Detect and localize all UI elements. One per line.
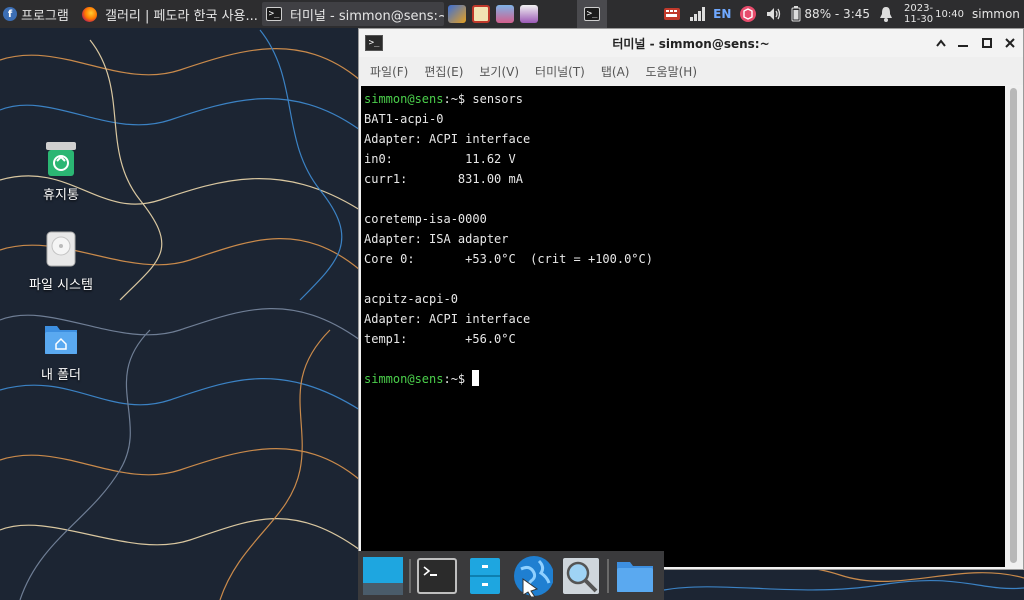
file-cabinet-icon <box>470 557 500 594</box>
output-line: BAT1-acpi-0 <box>364 112 444 126</box>
screenshot-tool-icon[interactable] <box>496 5 514 23</box>
keyboard-layout-icon[interactable] <box>663 6 681 22</box>
top-panel: f 프로그램 갤러리 | 페도라 한국 사용... >_ 터미널 - simmo… <box>0 0 1024 28</box>
clock[interactable]: 2023-11-30 10:40 <box>902 3 964 25</box>
output-line: curr1: 831.00 mA <box>364 172 523 186</box>
fedora-logo-icon: f <box>3 7 17 21</box>
output-line: Adapter: ISA adapter <box>364 232 509 246</box>
dock-search-launcher[interactable] <box>561 556 601 596</box>
desktop-icon-filesystem[interactable]: 파일 시스템 <box>6 230 116 293</box>
volume-icon[interactable] <box>765 6 783 22</box>
output-line: Adapter: ACPI interface <box>364 132 531 146</box>
shade-button[interactable] <box>933 35 949 51</box>
taskbar-item-label: 갤러리 | 페도라 한국 사용... <box>105 8 258 24</box>
battery-icon <box>791 6 801 22</box>
dock-file-cabinet-launcher[interactable] <box>465 556 505 596</box>
maximize-icon <box>982 38 992 48</box>
quick-launchers <box>448 5 538 23</box>
close-button[interactable] <box>1002 35 1018 51</box>
menu-file[interactable]: 파일(F) <box>362 63 416 80</box>
search-icon <box>563 557 599 594</box>
battery-status: 88% - 3:45 <box>804 7 870 21</box>
bottom-dock <box>358 551 664 600</box>
show-desktop-icon <box>363 556 403 595</box>
window-title: 터미널 - simmon@sens:~ <box>612 36 770 51</box>
menu-terminal[interactable]: 터미널(T) <box>527 63 593 80</box>
notes-app-icon[interactable] <box>520 5 538 23</box>
firefox-icon <box>82 6 97 22</box>
prompt-user: simmon@sens <box>364 372 444 386</box>
network-signal-icon[interactable] <box>689 6 706 22</box>
output-line: Core 0: +53.0°C (crit = +100.0°C) <box>364 252 653 266</box>
drive-icon <box>43 230 79 268</box>
terminal-launcher-button[interactable]: >_ <box>577 0 607 28</box>
package-updates-icon[interactable] <box>739 5 757 23</box>
dock-folder-launcher[interactable] <box>615 556 655 596</box>
active-prompt-line: simmon@sens:~$ <box>364 369 1005 389</box>
clock-time: 10:40 <box>935 8 964 20</box>
chevron-up-icon <box>936 39 946 47</box>
output-line: coretemp-isa-0000 <box>364 212 487 226</box>
output-line: acpitz-acpi-0 <box>364 292 458 306</box>
close-icon <box>1005 38 1015 48</box>
applications-menu-label: 프로그램 <box>21 8 69 24</box>
notifications-bell-icon[interactable] <box>878 6 894 22</box>
terminal-output[interactable]: simmon@sens:~$ sensors BAT1-acpi-0 Adapter… <box>361 86 1005 567</box>
text-cursor <box>472 370 480 386</box>
battery-indicator[interactable]: 88% - 3:45 <box>791 6 870 22</box>
terminal-icon <box>417 557 457 594</box>
terminal-scrollbar[interactable] <box>1005 86 1022 567</box>
desktop-icon-label: 파일 시스템 <box>29 278 93 293</box>
desktop-icon-label: 휴지통 <box>43 188 79 203</box>
output-line: in0: 11.62 V <box>364 152 516 166</box>
maximize-button[interactable] <box>979 35 995 51</box>
folder-icon <box>617 561 653 592</box>
web-browser-icon <box>514 555 553 597</box>
show-desktop-button[interactable] <box>363 556 403 596</box>
network-tool-icon[interactable] <box>448 5 466 23</box>
system-tray: EN 88% - 3:45 2023-11-30 10:40 simmon <box>659 0 1024 28</box>
desktop-icon-label: 내 폴더 <box>40 368 81 383</box>
window-menubar: 파일(F) 편집(E) 보기(V) 터미널(T) 탭(A) 도움말(H) <box>359 57 1023 85</box>
terminal-window[interactable]: >_ 터미널 - simmon@sens:~ 파일(F) 편집(E) 보기(V)… <box>358 28 1024 570</box>
trash-icon <box>43 140 79 178</box>
command-text: sensors <box>472 92 523 106</box>
terminal-icon: >_ <box>584 7 600 21</box>
output-lines: BAT1-acpi-0 Adapter: ACPI interface in0: 1… <box>364 109 1005 369</box>
input-language-indicator[interactable]: EN <box>713 7 731 21</box>
menu-view[interactable]: 보기(V) <box>471 63 527 80</box>
command-line: simmon@sens:~$ sensors <box>364 89 1005 109</box>
output-line: Adapter: ACPI interface <box>364 312 531 326</box>
media-player-icon[interactable] <box>472 5 490 23</box>
desktop-icon-trash[interactable]: 휴지통 <box>6 140 116 203</box>
scrollbar-thumb[interactable] <box>1010 88 1017 563</box>
home-folder-icon <box>43 320 79 358</box>
dock-separator <box>409 558 411 593</box>
dock-web-browser-launcher[interactable] <box>513 555 553 597</box>
taskbar-item-browser[interactable]: 갤러리 | 페도라 한국 사용... <box>78 2 258 26</box>
terminal-icon: >_ <box>266 7 282 21</box>
dock-terminal-launcher[interactable] <box>417 556 457 596</box>
minimize-button[interactable] <box>955 35 971 51</box>
dock-separator <box>607 558 609 593</box>
menu-help[interactable]: 도움말(H) <box>638 63 706 80</box>
applications-menu-button[interactable]: f 프로그램 <box>0 0 76 28</box>
taskbar-item-label: 터미널 - simmon@sens:~ <box>290 8 444 24</box>
prompt-user: simmon@sens <box>364 92 444 106</box>
menu-tabs[interactable]: 탭(A) <box>593 63 638 80</box>
menu-edit[interactable]: 편집(E) <box>416 63 471 80</box>
clock-date: 2023-11-30 <box>904 3 934 25</box>
prompt-path: :~$ <box>443 372 473 386</box>
minimize-icon <box>958 45 968 47</box>
desktop-icon-home-folder[interactable]: 내 폴더 <box>6 320 116 383</box>
prompt-path: :~$ <box>443 92 473 106</box>
window-titlebar[interactable]: >_ 터미널 - simmon@sens:~ <box>359 29 1023 57</box>
user-menu-button[interactable]: simmon <box>972 7 1022 21</box>
taskbar-item-terminal[interactable]: >_ 터미널 - simmon@sens:~ <box>262 2 444 26</box>
output-line: temp1: +56.0°C <box>364 332 516 346</box>
